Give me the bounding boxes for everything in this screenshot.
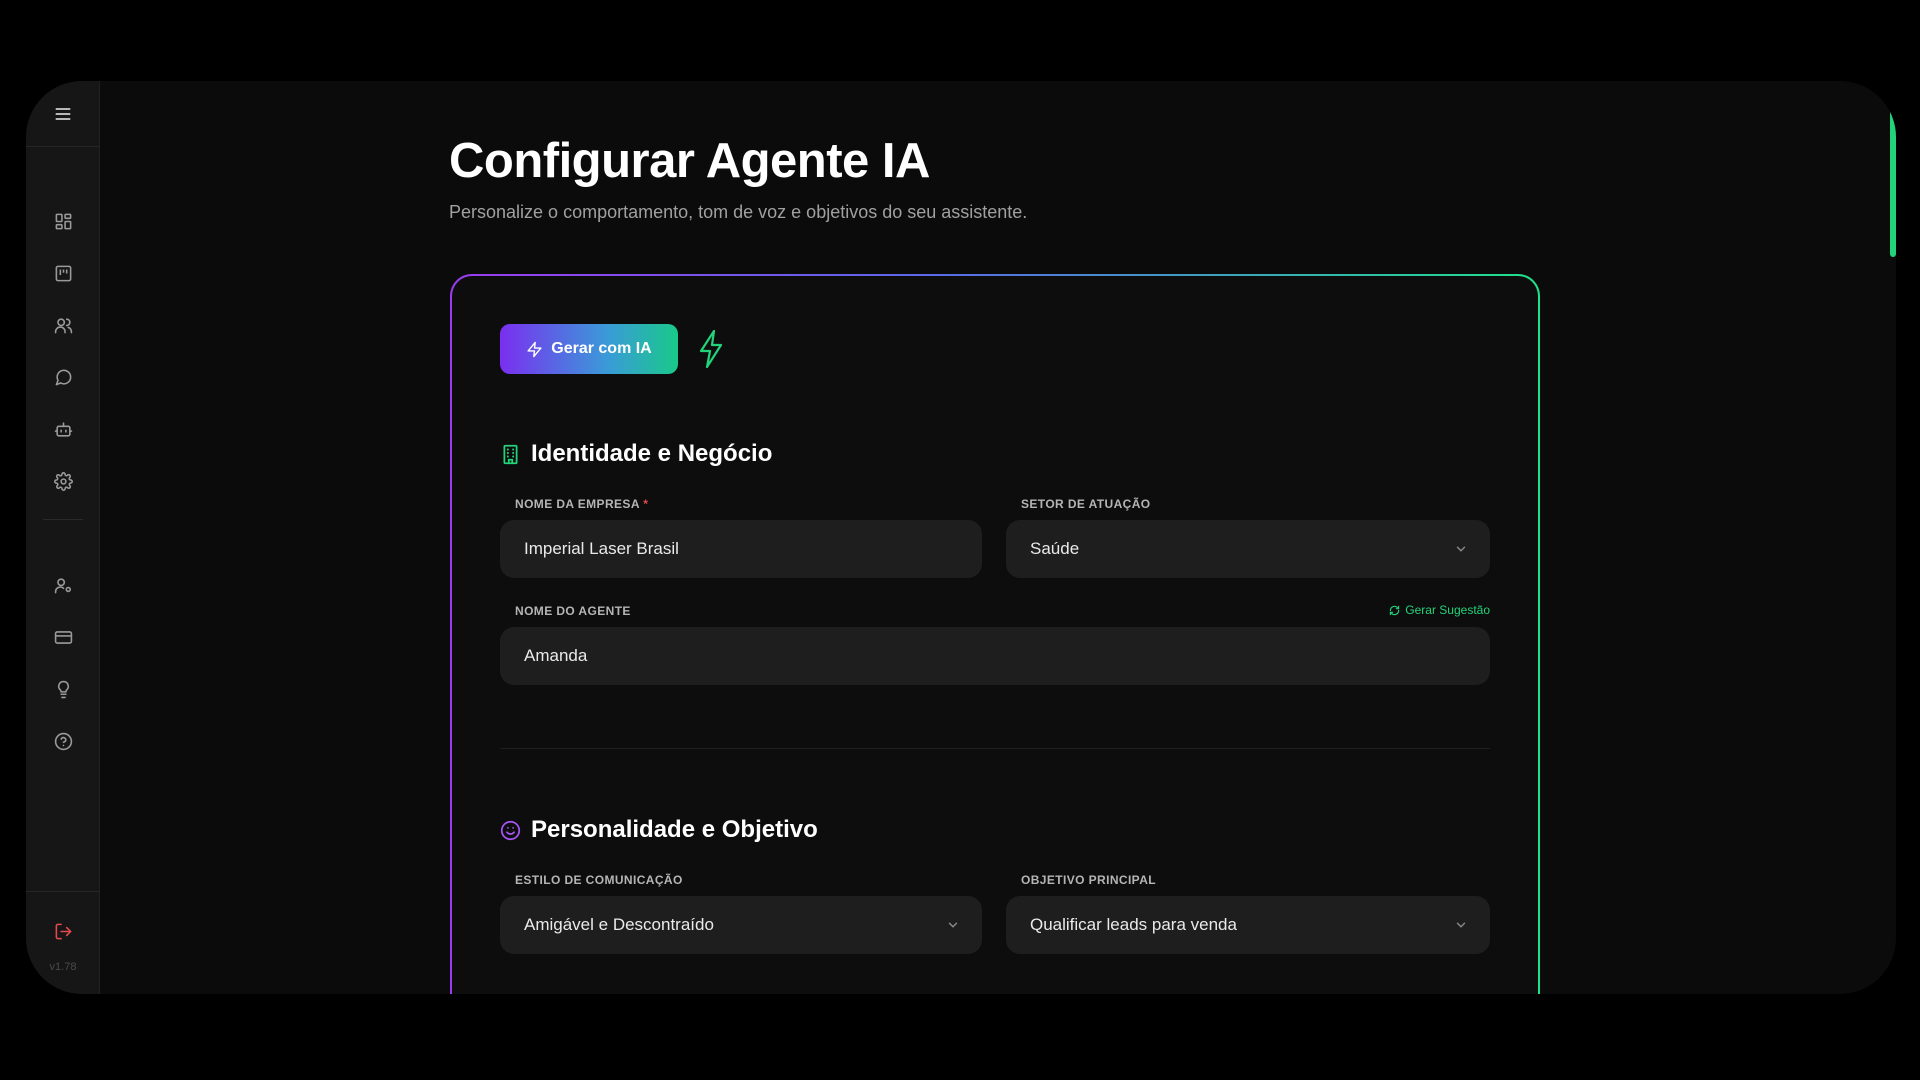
required-mark: * bbox=[643, 497, 649, 511]
refresh-icon bbox=[1390, 605, 1400, 615]
smile-icon bbox=[500, 820, 521, 840]
app-window: v1.78 Configurar Agente IA Personalize o… bbox=[26, 81, 1896, 994]
help-circle-icon bbox=[54, 732, 72, 750]
sidebar-item-billing[interactable] bbox=[26, 617, 100, 657]
generate-suggestion-label: Gerar Sugestão bbox=[1405, 603, 1490, 617]
credit-card-icon bbox=[54, 630, 72, 644]
grid-icon bbox=[55, 213, 71, 229]
section-identity-label: Identidade e Negócio bbox=[531, 440, 773, 467]
agent-name-input[interactable]: Amanda bbox=[500, 627, 1490, 685]
section-divider bbox=[500, 748, 1490, 749]
sidebar: v1.78 bbox=[26, 81, 100, 994]
main-goal-select[interactable]: Qualificar leads para venda bbox=[1006, 896, 1490, 954]
chevron-down-icon bbox=[1456, 922, 1466, 928]
sidebar-item-agent[interactable] bbox=[26, 409, 100, 449]
bot-icon bbox=[54, 421, 72, 437]
generate-button-label: Gerar com IA bbox=[551, 340, 652, 357]
page-title: Configurar Agente IA bbox=[449, 134, 930, 188]
sidebar-item-settings[interactable] bbox=[26, 461, 100, 501]
scrollbar-thumb[interactable] bbox=[1890, 107, 1896, 257]
company-name-value: Imperial Laser Brasil bbox=[524, 539, 679, 558]
sidebar-header bbox=[26, 81, 99, 147]
sidebar-item-dashboard[interactable] bbox=[26, 201, 100, 241]
communication-style-select[interactable]: Amigável e Descontraído bbox=[500, 896, 982, 954]
chevron-down-icon bbox=[1456, 546, 1466, 552]
logout-button[interactable] bbox=[26, 911, 100, 951]
communication-style-label: ESTILO DE COMUNICAÇÃO bbox=[515, 873, 683, 887]
sidebar-divider bbox=[43, 519, 83, 520]
sidebar-item-user-settings[interactable] bbox=[26, 565, 100, 605]
zap-icon bbox=[527, 341, 542, 357]
sidebar-item-ideas[interactable] bbox=[26, 669, 100, 709]
sector-select[interactable]: Saúde bbox=[1006, 520, 1490, 578]
company-name-label-text: NOME DA EMPRESA bbox=[515, 497, 640, 511]
section-personality-label: Personalidade e Objetivo bbox=[531, 816, 818, 843]
message-icon bbox=[55, 369, 71, 385]
sector-label: SETOR DE ATUAÇÃO bbox=[1021, 497, 1151, 511]
version-label: v1.78 bbox=[49, 961, 77, 973]
card-body: Gerar com IA Identidade e Negócio NOME D… bbox=[452, 276, 1538, 994]
agent-name-value: Amanda bbox=[524, 646, 588, 665]
main-goal-label: OBJETIVO PRINCIPAL bbox=[1021, 873, 1156, 887]
sector-value: Saúde bbox=[1030, 539, 1080, 558]
sidebar-item-contacts[interactable] bbox=[26, 305, 100, 345]
section-identity-title: Identidade e Negócio bbox=[500, 440, 772, 468]
sidebar-item-chat[interactable] bbox=[26, 357, 100, 397]
company-name-input[interactable]: Imperial Laser Brasil bbox=[500, 520, 982, 578]
section-personality-title: Personalidade e Objetivo bbox=[500, 816, 818, 844]
users-icon bbox=[54, 317, 72, 333]
communication-style-value: Amigável e Descontraído bbox=[524, 915, 714, 934]
page-subtitle: Personalize o comportamento, tom de voz … bbox=[449, 202, 1028, 222]
sidebar-footer-divider bbox=[26, 891, 100, 892]
user-cog-icon bbox=[54, 577, 71, 593]
sidebar-item-help[interactable] bbox=[26, 721, 100, 761]
board-icon bbox=[55, 265, 71, 281]
gear-icon bbox=[53, 471, 73, 491]
main-goal-value: Qualificar leads para venda bbox=[1030, 915, 1237, 934]
agent-config-card: Gerar com IA Identidade e Negócio NOME D… bbox=[450, 274, 1540, 994]
agent-name-label: NOME DO AGENTE bbox=[515, 604, 631, 618]
chevron-down-icon bbox=[948, 922, 958, 928]
building-icon bbox=[503, 444, 518, 464]
logout-icon bbox=[55, 923, 71, 939]
lightbulb-icon bbox=[57, 680, 69, 698]
company-name-label: NOME DA EMPRESA * bbox=[515, 497, 648, 511]
lightning-icon bbox=[699, 330, 723, 368]
menu-icon[interactable] bbox=[53, 104, 73, 124]
sidebar-item-kanban[interactable] bbox=[26, 253, 100, 293]
generate-with-ai-button[interactable]: Gerar com IA bbox=[500, 324, 678, 374]
generate-suggestion-link[interactable]: Gerar Sugestão bbox=[1389, 603, 1490, 617]
